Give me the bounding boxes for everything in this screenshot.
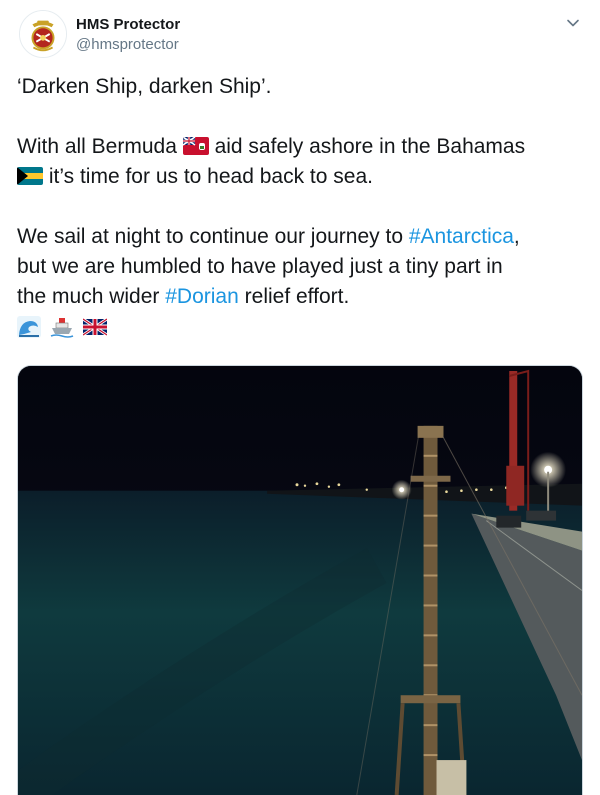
avatar[interactable] (19, 10, 67, 58)
tweet-line-4: We sail at night to continue our journey… (17, 225, 520, 248)
uk-flag-icon (82, 316, 107, 338)
author-handle[interactable]: @hmsprotector (76, 36, 179, 54)
tweet-line-3: it’s time for us to head back to sea. (17, 162, 585, 192)
hashtag-dorian[interactable]: #Dorian (165, 285, 239, 308)
ship-crest-icon (20, 11, 66, 57)
tweet-text: ‘Darken Ship, darken Ship’. With all Ber… (17, 72, 585, 342)
bermuda-flag-icon (182, 137, 209, 155)
water-wave-icon (17, 316, 41, 339)
night-harbour-photo (18, 366, 582, 795)
author-name[interactable]: HMS Protector (76, 16, 180, 34)
tweet-card: HMS Protector @hmsprotector ‘Darken Ship… (0, 0, 600, 795)
tweet-line-6: the much wider #Dorian relief effort. (17, 285, 350, 308)
ship-icon (50, 316, 74, 339)
hashtag-antarctica[interactable]: #Antarctica (409, 225, 514, 248)
tweet-line-5: but we are humbled to have played just a… (17, 255, 503, 278)
tweet-line-2: With all Bermuda aid safely ashore in th… (17, 135, 526, 158)
chevron-down-icon[interactable] (564, 14, 582, 32)
bahamas-flag-icon (17, 167, 43, 185)
emoji-row (17, 312, 585, 342)
tweet-photo[interactable] (17, 365, 583, 795)
tweet-line-1: ‘Darken Ship, darken Ship’. (17, 75, 272, 98)
